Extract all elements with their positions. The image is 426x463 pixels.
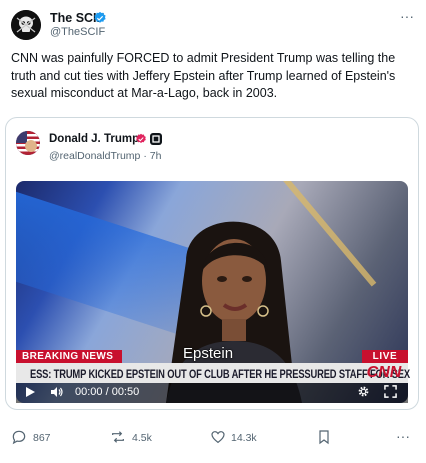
author-handle[interactable]: @TheSCIF: [50, 26, 105, 39]
video-time: 00:00 / 00:50: [75, 386, 140, 398]
repost-icon[interactable]: [110, 429, 126, 445]
live-banner: LIVE: [362, 350, 408, 363]
quoted-author-avatar[interactable]: [16, 131, 40, 155]
author-avatar[interactable]: [11, 10, 41, 40]
verified-badge-icon: [136, 133, 146, 144]
ticker-text: ESS: TRUMP KICKED EPSTEIN OUT OF CLUB AF…: [30, 367, 410, 381]
verified-badge-icon: [94, 11, 106, 23]
settings-gear-icon[interactable]: [357, 385, 370, 398]
quoted-time: · 7h: [143, 150, 162, 162]
breaking-news-banner: BREAKING NEWS: [16, 350, 122, 363]
more-options-icon[interactable]: ···: [400, 8, 414, 24]
affiliate-badge-icon: [150, 133, 162, 145]
cnn-logo: CNN: [366, 364, 402, 381]
flag-avatar-icon: [16, 131, 40, 155]
quoted-handle-text: @realDonaldTrump: [49, 150, 141, 162]
like-count[interactable]: 14.3k: [231, 432, 257, 445]
post-text: CNN was painfully FORCED to admit Presid…: [11, 51, 396, 100]
quoted-author-handle[interactable]: @realDonaldTrump · 7h: [49, 150, 161, 162]
like-heart-icon[interactable]: [210, 429, 226, 445]
volume-icon[interactable]: [50, 386, 64, 398]
reply-icon[interactable]: [11, 429, 27, 445]
video-caption: Epstein: [183, 345, 234, 362]
repost-count[interactable]: 4.5k: [132, 432, 152, 445]
quoted-author-name[interactable]: Donald J. Trump: [49, 133, 139, 146]
skull-logo-icon: [11, 10, 41, 40]
play-icon[interactable]: [24, 386, 36, 398]
fullscreen-icon[interactable]: [384, 385, 397, 398]
more-actions-icon[interactable]: ···: [396, 429, 410, 443]
reply-count[interactable]: 867: [33, 432, 51, 445]
bookmark-icon[interactable]: [316, 429, 332, 445]
